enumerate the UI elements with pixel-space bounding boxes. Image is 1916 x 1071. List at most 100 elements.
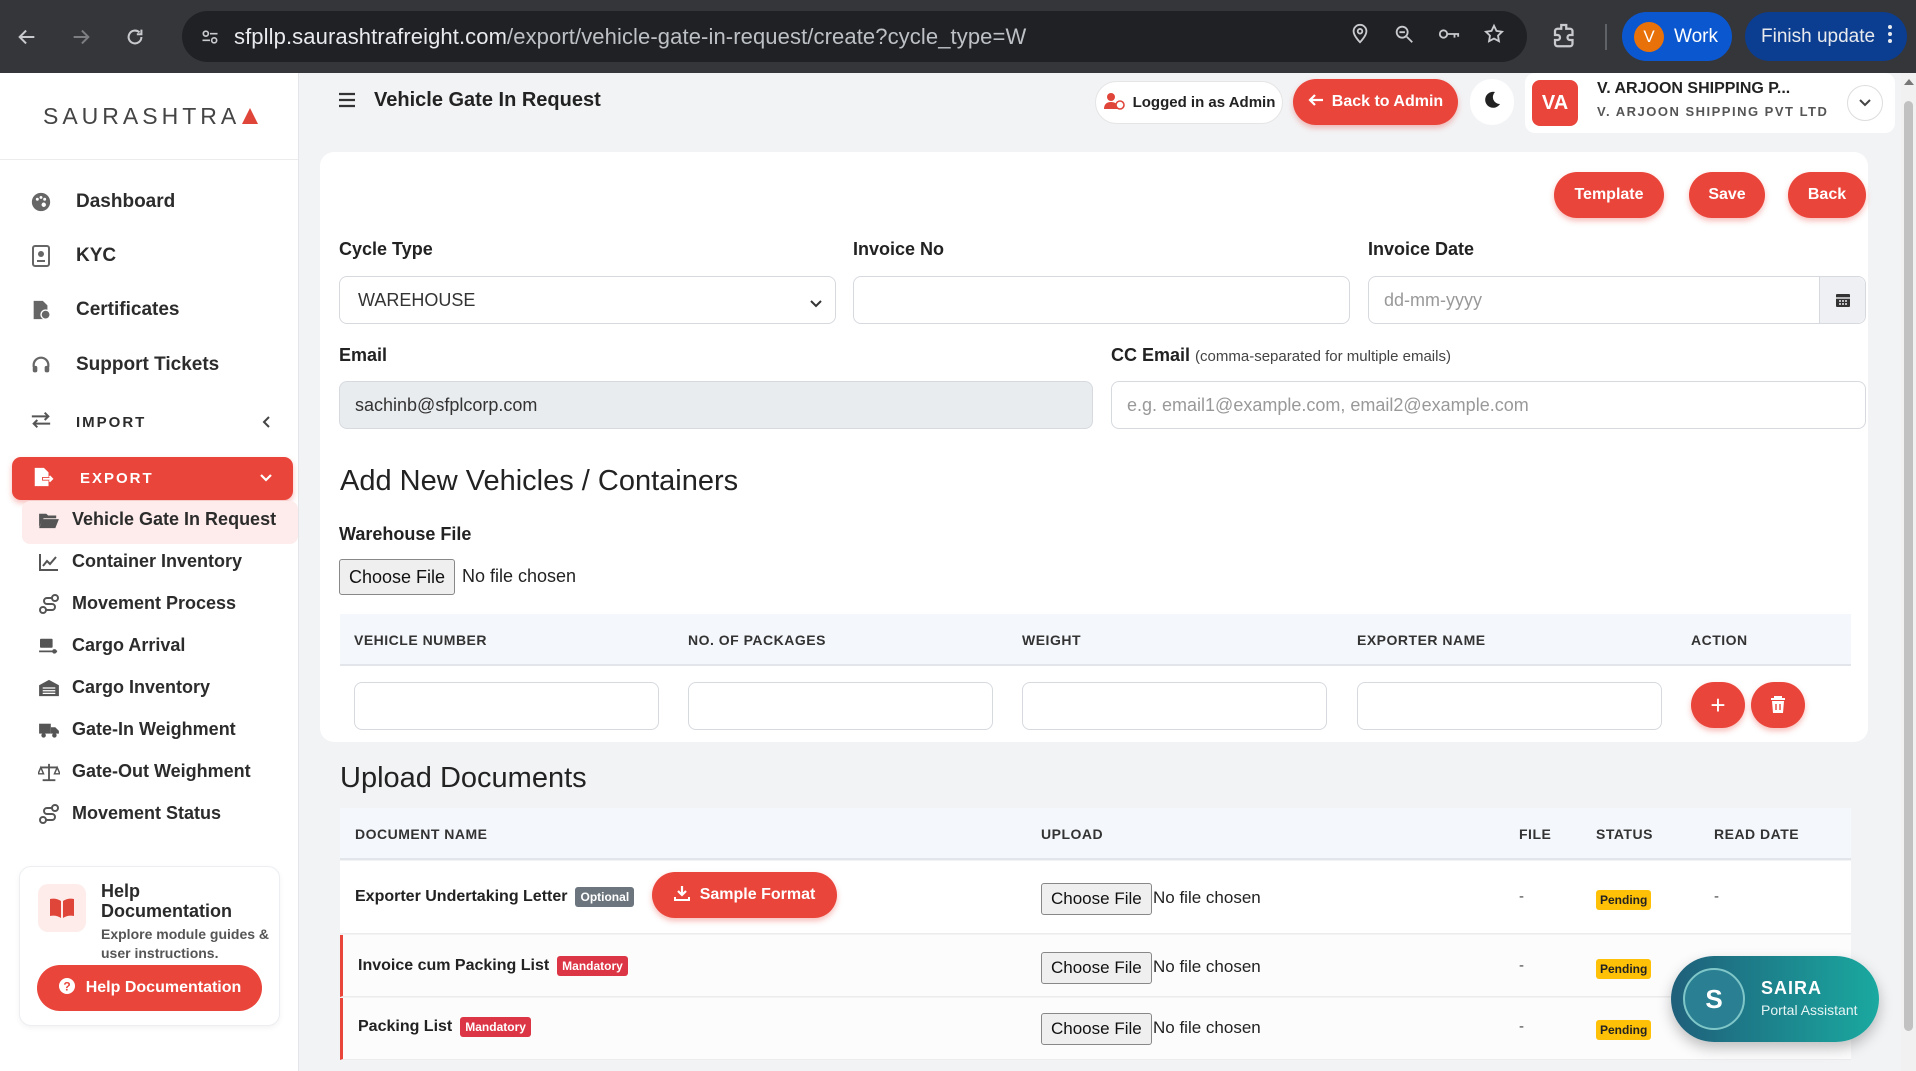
help-card: Help Documentation Explore module guides… xyxy=(19,866,280,1026)
sidebar-item-vehicle-gate-in-request[interactable]: Vehicle Gate In Request xyxy=(38,509,276,530)
brand-triangle-icon xyxy=(242,108,259,124)
sidebar-item-kyc[interactable]: KYC xyxy=(30,245,116,267)
invoice-date-input[interactable]: dd-mm-yyyy xyxy=(1368,276,1866,324)
column-header: UPLOAD xyxy=(1041,826,1104,842)
cycle-type-value: WAREHOUSE xyxy=(358,289,476,310)
sidebar-item-cargo-inventory[interactable]: Cargo Inventory xyxy=(38,677,210,698)
document-choose-file-button[interactable]: Choose File xyxy=(1041,883,1152,915)
sidebar-item-label: Cargo Arrival xyxy=(72,635,186,655)
hamburger-menu-icon[interactable] xyxy=(337,91,357,114)
zoom-icon[interactable] xyxy=(1393,23,1415,50)
cc-email-input[interactable]: e.g. email1@example.com, email2@example.… xyxy=(1111,381,1866,429)
sidebar: SAURASHTRA Dashboard KYC Certificates Su… xyxy=(0,73,299,1071)
back-to-admin-button[interactable]: Back to Admin xyxy=(1293,79,1458,125)
brand-logo[interactable]: SAURASHTRA xyxy=(0,73,298,160)
file-icon xyxy=(30,299,52,321)
packages-input[interactable] xyxy=(688,682,993,730)
book-icon xyxy=(38,884,86,932)
document-row: Invoice cum Packing List Mandatory Choos… xyxy=(340,935,1851,997)
email-label: Email xyxy=(339,345,388,365)
save-button[interactable]: Save xyxy=(1689,172,1765,218)
route-icon xyxy=(38,803,60,824)
sidebar-item-label: Cargo Inventory xyxy=(72,677,211,697)
back-button[interactable]: Back xyxy=(1788,172,1866,218)
exporter-name-input[interactable] xyxy=(1357,682,1662,730)
sidebar-item-gate-in-weighment[interactable]: Gate-In Weighment xyxy=(38,719,236,740)
column-header: ACTION xyxy=(1691,632,1748,648)
download-icon xyxy=(673,885,690,906)
weight-input[interactable] xyxy=(1022,682,1327,730)
sidebar-item-cargo-arrival[interactable]: Cargo Arrival xyxy=(38,635,185,656)
invoice-date-placeholder: dd-mm-yyyy xyxy=(1384,289,1482,310)
dark-mode-toggle[interactable] xyxy=(1470,79,1514,125)
invoice-no-input[interactable] xyxy=(853,276,1350,324)
location-icon[interactable] xyxy=(1349,23,1371,50)
document-file-value: - xyxy=(1519,888,1524,905)
chevron-down-icon xyxy=(809,293,823,314)
status-badge: Pending xyxy=(1596,959,1652,979)
document-choose-file-button[interactable]: Choose File xyxy=(1041,952,1152,984)
extensions-icon[interactable] xyxy=(1550,20,1580,55)
arrow-left-icon xyxy=(1308,93,1324,112)
profile-button[interactable]: V Work xyxy=(1622,12,1732,61)
add-row-button[interactable]: + xyxy=(1691,682,1745,728)
assistant-widget[interactable]: S SAIRA Portal Assistant xyxy=(1671,956,1879,1042)
vehicle-table-header: VEHICLE NUMBER NO. OF PACKAGES WEIGHT EX… xyxy=(340,614,1851,666)
document-name: Invoice cum Packing List Mandatory xyxy=(358,956,628,976)
address-bar[interactable]: sfpllp.saurashtrafreight.com/export/vehi… xyxy=(182,11,1527,62)
chevron-down-icon[interactable] xyxy=(1847,85,1883,121)
document-name-text: Packing List xyxy=(358,1018,453,1035)
column-header: NO. OF PACKAGES xyxy=(688,632,826,648)
site-settings-icon[interactable] xyxy=(200,27,234,47)
sidebar-item-label: KYC xyxy=(76,245,117,266)
sidebar-group-import[interactable]: IMPORT xyxy=(30,410,146,434)
template-button[interactable]: Template xyxy=(1554,172,1664,218)
route-icon xyxy=(38,593,60,614)
page-scrollbar[interactable] xyxy=(1901,73,1916,1071)
chevron-left-icon[interactable] xyxy=(261,415,271,434)
sidebar-group-label: IMPORT xyxy=(76,413,147,431)
calendar-icon[interactable] xyxy=(1819,277,1865,323)
document-name-text: Invoice cum Packing List xyxy=(358,957,550,974)
company-switcher[interactable]: VA V. ARJOON SHIPPING P... V. ARJOON SHI… xyxy=(1525,73,1895,133)
sidebar-group-export[interactable]: EXPORT xyxy=(12,457,293,500)
sidebar-item-certificates[interactable]: Certificates xyxy=(30,299,180,321)
assistant-avatar: S xyxy=(1683,968,1745,1030)
sidebar-item-movement-process[interactable]: Movement Process xyxy=(38,593,236,614)
user-shield-icon xyxy=(1103,92,1125,114)
scroll-up-icon[interactable] xyxy=(1904,79,1914,85)
kebab-menu-icon[interactable] xyxy=(1887,24,1893,50)
password-key-icon[interactable] xyxy=(1437,23,1461,50)
cycle-type-label: Cycle Type xyxy=(339,239,433,259)
status-badge: Pending xyxy=(1596,1020,1652,1040)
assistant-subtitle: Portal Assistant xyxy=(1761,1002,1858,1018)
sidebar-item-container-inventory[interactable]: Container Inventory xyxy=(38,551,242,572)
email-field: sachinb@sfplcorp.com xyxy=(339,381,1093,429)
sample-format-button[interactable]: Sample Format xyxy=(652,872,837,918)
sidebar-item-label: Gate-In Weighment xyxy=(72,719,236,739)
forward-arrow-icon[interactable] xyxy=(54,0,108,73)
sidebar-item-gate-out-weighment[interactable]: Gate-Out Weighment xyxy=(38,761,251,782)
delete-row-button[interactable] xyxy=(1751,682,1805,728)
document-no-file-text: No file chosen xyxy=(1153,888,1261,907)
sidebar-item-movement-status[interactable]: Movement Status xyxy=(38,803,221,824)
finish-update-button[interactable]: Finish update xyxy=(1745,12,1907,61)
column-header: STATUS xyxy=(1596,826,1653,842)
reload-icon[interactable] xyxy=(108,0,162,73)
back-arrow-icon[interactable] xyxy=(0,0,54,73)
invoice-date-label: Invoice Date xyxy=(1368,239,1475,259)
finish-update-label: Finish update xyxy=(1761,25,1876,47)
document-choose-file-button[interactable]: Choose File xyxy=(1041,1013,1152,1045)
scale-icon xyxy=(38,762,60,782)
add-vehicles-heading: Add New Vehicles / Containers xyxy=(340,465,739,497)
help-documentation-button[interactable]: ? Help Documentation xyxy=(37,965,262,1011)
scrollbar-thumb[interactable] xyxy=(1904,101,1913,1031)
sidebar-item-label: Movement Process xyxy=(72,593,237,613)
vehicle-number-input[interactable] xyxy=(354,682,659,730)
sidebar-item-dashboard[interactable]: Dashboard xyxy=(30,191,175,213)
svg-text:?: ? xyxy=(63,979,70,993)
cycle-type-select[interactable]: WAREHOUSE xyxy=(339,276,836,324)
sidebar-item-support-tickets[interactable]: Support Tickets xyxy=(30,354,219,376)
bookmark-star-icon[interactable] xyxy=(1483,23,1505,50)
warehouse-choose-file-button[interactable]: Choose File xyxy=(339,559,456,595)
